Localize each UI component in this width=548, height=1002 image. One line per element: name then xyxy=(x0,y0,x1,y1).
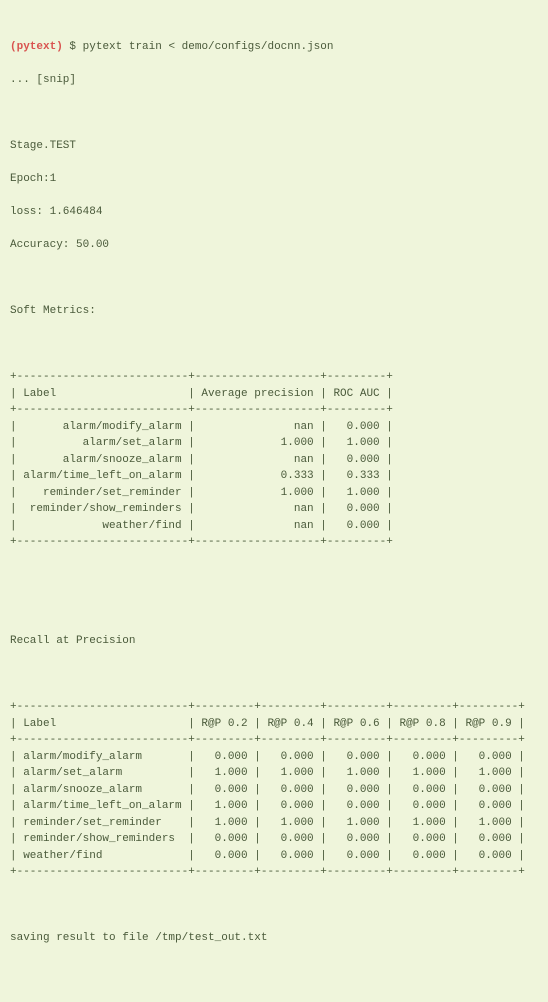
stage-line: Stage.TEST xyxy=(10,138,538,155)
loss-line: loss: 1.646484 xyxy=(10,204,538,221)
accuracy-line: Accuracy: 50.00 xyxy=(10,237,538,254)
epoch-line: Epoch:1 xyxy=(10,171,538,188)
soft-metrics-table: +--------------------------+------------… xyxy=(10,369,538,551)
recall-table: +--------------------------+---------+--… xyxy=(10,699,538,881)
command-text: pytext train < demo/configs/docnn.json xyxy=(83,41,334,53)
snip-line: ... [snip] xyxy=(10,72,538,89)
shell-prompt: (pytext) xyxy=(10,41,63,53)
dollar: $ xyxy=(69,41,76,53)
saving-line: saving result to file /tmp/test_out.txt xyxy=(10,930,538,947)
recall-title: Recall at Precision xyxy=(10,633,538,650)
soft-metrics-title: Soft Metrics: xyxy=(10,303,538,320)
